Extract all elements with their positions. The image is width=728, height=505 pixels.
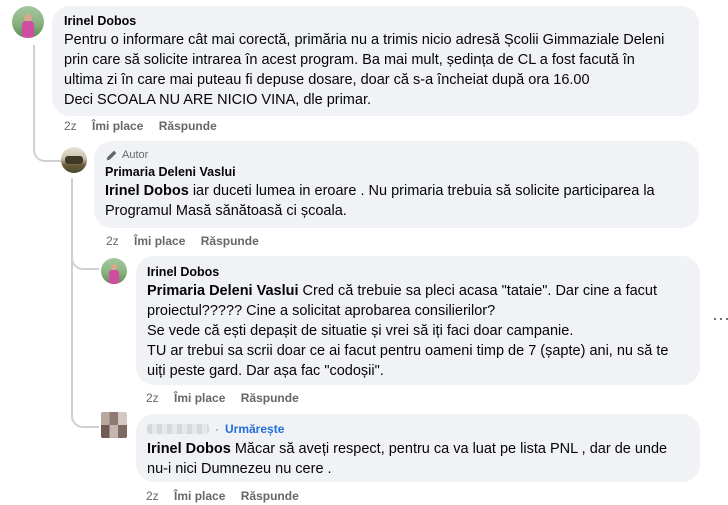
comment-bubble: Irinel Dobos Pentru o informare cât mai … — [52, 6, 699, 116]
comment-bubble: · Urmărește Irinel Dobos Măcar să aveți … — [136, 414, 700, 482]
like-button[interactable]: Îmi place — [174, 489, 225, 503]
comment-actions: 2z Îmi place Răspunde — [64, 119, 229, 133]
mention-link[interactable]: Primaria Deleni Vaslui — [147, 283, 299, 299]
comment-time[interactable]: 2z — [106, 234, 119, 248]
thread-curve-3 — [71, 400, 99, 428]
comment-author[interactable]: Irinel Dobos — [64, 13, 687, 29]
reply-button[interactable]: Răspunde — [159, 119, 217, 133]
comment-actions: 2z Îmi place Răspunde — [106, 234, 271, 248]
pencil-icon — [106, 150, 117, 160]
comment-time[interactable]: 2z — [146, 489, 159, 503]
comment-actions: 2z Îmi place Răspunde — [146, 489, 311, 503]
comment-bubble: Irinel Dobos Primaria Deleni Vaslui Cred… — [136, 256, 700, 385]
like-button[interactable]: Îmi place — [174, 391, 225, 405]
comment-bubble: Autor Primaria Deleni Vaslui Irinel Dobo… — [94, 141, 699, 228]
avatar[interactable] — [101, 258, 127, 284]
avatar[interactable] — [101, 412, 127, 438]
avatar[interactable] — [12, 6, 44, 38]
like-button[interactable]: Îmi place — [134, 234, 185, 248]
comment-author[interactable]: Primaria Deleni Vaslui — [105, 164, 688, 180]
more-options-icon[interactable]: ⋯ — [712, 310, 728, 328]
thread-curve-2 — [71, 240, 99, 270]
comment-actions: 2z Îmi place Răspunde — [146, 391, 311, 405]
mention-link[interactable]: Irinel Dobos — [147, 441, 231, 457]
reply-button[interactable]: Răspunde — [241, 391, 299, 405]
comment-time[interactable]: 2z — [146, 391, 159, 405]
comment-text: Irinel Dobos Măcar să aveți respect, pen… — [147, 441, 668, 477]
avatar[interactable] — [61, 147, 87, 173]
reply-button[interactable]: Răspunde — [241, 489, 299, 503]
comment-time[interactable]: 2z — [64, 119, 77, 133]
comment-text: Irinel Dobos iar duceti lumea in eroare … — [105, 183, 655, 219]
reply-button[interactable]: Răspunde — [201, 234, 259, 248]
mention-link[interactable]: Irinel Dobos — [105, 183, 189, 199]
thread-line-reply-1 — [71, 178, 73, 410]
follow-button[interactable]: Urmărește — [225, 422, 284, 436]
blurred-author-name — [147, 424, 209, 434]
author-badge: Autor — [105, 148, 688, 162]
comment-text: Primaria Deleni Vaslui Cred că trebuie s… — [147, 283, 669, 379]
like-button[interactable]: Îmi place — [92, 119, 143, 133]
comment-author[interactable]: Irinel Dobos — [147, 264, 689, 280]
comment-text: Pentru o informare cât mai corectă, prim… — [64, 32, 665, 108]
thread-curve-1 — [33, 120, 61, 162]
